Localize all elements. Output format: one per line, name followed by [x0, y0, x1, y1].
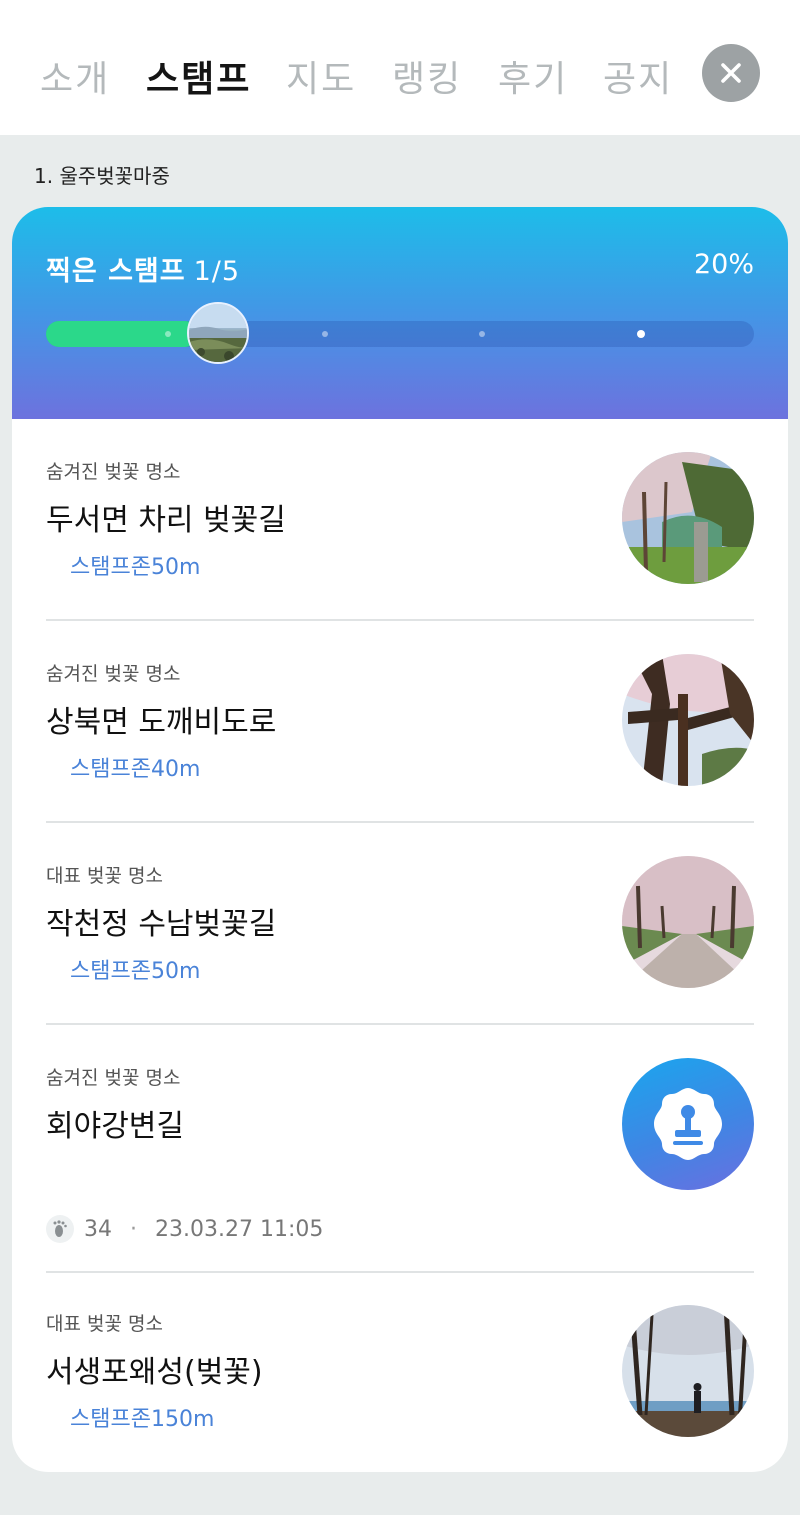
- place-name: 회야강변길: [46, 1109, 184, 1144]
- stamp-completed-badge: [622, 1058, 754, 1190]
- place-name: 작천정 수남벚꽃길: [46, 907, 277, 942]
- place-photo: [622, 1305, 754, 1437]
- place-name: 두서면 차리 벚꽃길: [46, 503, 286, 538]
- stamp-zone-distance: 스탬프존50m: [70, 959, 201, 984]
- place-name: 서생포왜성(벚꽃): [46, 1355, 263, 1390]
- stamp-record-meta: 34 · 23.03.27 11:05: [46, 1215, 323, 1243]
- stamp-card: 찍은 스탬프 1/5 20% 숨겨진 벚꽃 명소 두서면 차리 벚꽃길 스탬프존…: [12, 207, 788, 1472]
- tab-stamp[interactable]: 스탬프: [146, 50, 251, 102]
- progress-step-dot-final: [637, 330, 645, 338]
- progress-step-dot: [165, 331, 171, 337]
- stamp-timestamp: 23.03.27 11:05: [155, 1216, 324, 1242]
- place-category: 숨겨진 벚꽃 명소: [46, 1067, 181, 1089]
- course-label: 1. 울주벚꽃마중: [34, 164, 170, 188]
- tab-reviews[interactable]: 후기: [498, 50, 568, 102]
- list-item-place-4[interactable]: 숨겨진 벚꽃 명소 회야강변길 34 · 23.03.27 11:05: [46, 1025, 754, 1273]
- stamp-zone-distance: 스탬프존50m: [70, 555, 201, 580]
- stamp-icon: [654, 1088, 722, 1160]
- tab-map[interactable]: 지도: [286, 50, 356, 102]
- place-category: 숨겨진 벚꽃 명소: [46, 461, 181, 483]
- top-tab-bar: 소개 스탬프 지도 랭킹 후기 공지: [0, 0, 800, 135]
- progress-percent: 20%: [693, 249, 754, 280]
- place-category: 숨겨진 벚꽃 명소: [46, 663, 181, 685]
- stamp-zone-distance: 스탬프존40m: [70, 757, 201, 782]
- place-photo: [622, 856, 754, 988]
- tab-ranking[interactable]: 랭킹: [392, 50, 462, 102]
- place-photo: [622, 452, 754, 584]
- progress-thumb-photo: [187, 302, 249, 364]
- step-count: 34: [84, 1216, 112, 1242]
- tab-notice[interactable]: 공지: [603, 50, 673, 102]
- close-icon: [721, 63, 741, 83]
- progress-header: 찍은 스탬프 1/5 20%: [12, 207, 788, 419]
- list-item-place-2[interactable]: 숨겨진 벚꽃 명소 상북면 도깨비도로 스탬프존40m: [46, 621, 754, 823]
- list-item-place-3[interactable]: 대표 벚꽃 명소 작천정 수남벚꽃길 스탬프존50m: [46, 823, 754, 1025]
- list-item-place-1[interactable]: 숨겨진 벚꽃 명소 두서면 차리 벚꽃길 스탬프존50m: [46, 419, 754, 621]
- close-button[interactable]: [702, 44, 760, 102]
- place-name: 상북면 도깨비도로: [46, 705, 277, 740]
- progress-title-text: 찍은 스탬프: [46, 256, 186, 287]
- progress-count: 1/5: [193, 256, 241, 287]
- place-category: 대표 벚꽃 명소: [46, 865, 163, 887]
- progress-track: [46, 302, 754, 364]
- place-category: 대표 벚꽃 명소: [46, 1313, 163, 1335]
- list-item-place-5[interactable]: 대표 벚꽃 명소 서생포왜성(벚꽃) 스탬프존150m: [46, 1273, 754, 1472]
- meta-separator: ·: [130, 1216, 137, 1242]
- place-photo: [622, 654, 754, 786]
- stamp-zone-distance: 스탬프존150m: [70, 1407, 215, 1432]
- tab-intro[interactable]: 소개: [40, 50, 110, 102]
- progress-fill: [46, 321, 198, 347]
- footprint-icon: [46, 1215, 74, 1243]
- progress-step-dot: [479, 331, 485, 337]
- progress-step-dot: [322, 331, 328, 337]
- progress-title: 찍은 스탬프 1/5: [46, 249, 240, 288]
